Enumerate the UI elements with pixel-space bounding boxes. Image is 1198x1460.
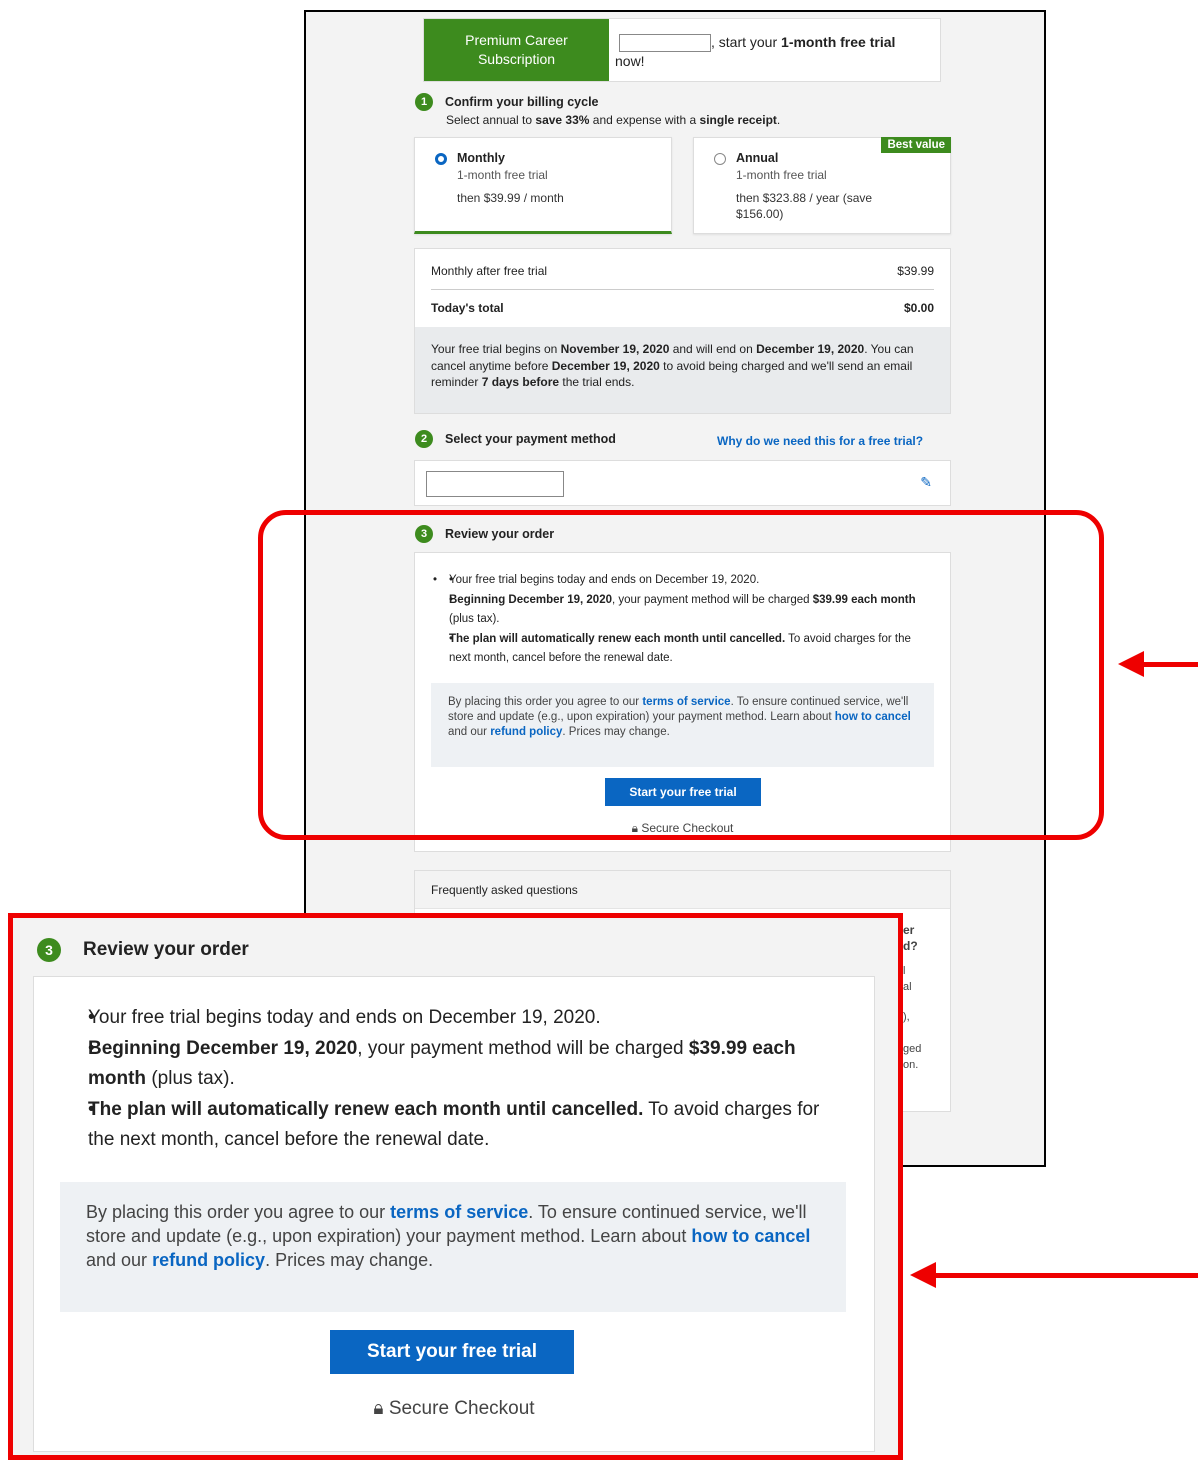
highlight-outline (258, 510, 1104, 840)
plan-trial: 1-month free trial (457, 168, 548, 182)
radio-monthly[interactable] (435, 153, 447, 165)
payment-method-box[interactable]: ✎ (414, 460, 951, 506)
redacted-name-box (619, 34, 711, 53)
terms-of-service-link[interactable]: terms of service (390, 1202, 528, 1222)
refund-policy-link[interactable]: refund policy (152, 1250, 265, 1270)
plan-card-monthly[interactable]: Monthly 1-month free trial then $39.99 /… (414, 137, 672, 234)
payment-help-link[interactable]: Why do we need this for a free trial? (717, 434, 923, 448)
header-greeting: , start your 1-month free trial now! (615, 34, 896, 70)
faq-text-fragment: d? (903, 939, 918, 953)
zoom-review-box: Your free trial begins today and ends on… (33, 976, 875, 1452)
zoomed-review-inset: 3 Review your order Your free trial begi… (8, 913, 903, 1460)
summary-row-value: $39.99 (897, 264, 934, 278)
radio-annual[interactable] (714, 153, 726, 165)
step-number-badge: 2 (415, 430, 433, 448)
step-title: Review your order (83, 939, 249, 960)
payment-method-field[interactable] (426, 471, 564, 497)
how-to-cancel-link[interactable]: how to cancel (691, 1226, 810, 1246)
faq-text-fragment: al (903, 981, 912, 993)
zoom-start-free-trial-button[interactable]: Start your free trial (330, 1330, 574, 1374)
plan-name: Monthly (457, 151, 505, 165)
plan-price: then $323.88 / year (save $156.00) (736, 191, 873, 221)
zoom-terms-notice: By placing this order you agree to our t… (60, 1182, 846, 1312)
step-2-heading: 2 Select your payment method (415, 430, 616, 448)
billing-subtitle: Select annual to save 33% and expense wi… (446, 113, 781, 127)
step-title: Confirm your billing cycle (445, 95, 599, 109)
list-item: Beginning December 19, 2020, your paymen… (88, 1034, 844, 1095)
lock-icon: 🔒︎ (373, 1398, 384, 1419)
pointer-arrow (910, 1262, 1198, 1288)
step-1-heading: 1 Confirm your billing cycle (415, 93, 599, 111)
pointer-arrow (1118, 651, 1198, 677)
brand-label: Premium Career Subscription (424, 19, 609, 81)
total-value: $0.00 (903, 301, 934, 315)
edit-pencil-icon[interactable]: ✎ (920, 474, 932, 491)
step-number-badge: 3 (37, 938, 61, 962)
order-summary: Monthly after free trial $39.99 Today's … (414, 248, 951, 414)
trial-notice: Your free trial begins on November 19, 2… (415, 327, 950, 413)
faq-text-fragment: l (903, 965, 906, 977)
faq-text-fragment: er (903, 923, 915, 937)
best-value-badge: Best value (881, 137, 951, 153)
faq-title: Frequently asked questions (415, 871, 950, 909)
zoom-review-bullets: Your free trial begins today and ends on… (34, 977, 874, 1156)
list-item: The plan will automatically renew each m… (88, 1095, 844, 1156)
step-title: Select your payment method (445, 432, 616, 446)
subscription-header: Premium Career Subscription , start your… (423, 18, 941, 82)
zoom-step-3-heading: 3 Review your order (37, 938, 249, 962)
plan-trial: 1-month free trial (736, 168, 827, 182)
total-label: Today's total (431, 301, 504, 315)
step-number-badge: 1 (415, 93, 433, 111)
zoom-secure-checkout-label: 🔒︎ Secure Checkout (373, 1398, 535, 1419)
summary-row-label: Monthly after free trial (431, 264, 548, 278)
plan-card-annual[interactable]: Best value Annual 1-month free trial the… (693, 137, 951, 234)
list-item: Your free trial begins today and ends on… (88, 1003, 844, 1034)
faq-text-fragment: ged (903, 1043, 922, 1055)
faq-text-fragment: on. (903, 1059, 919, 1071)
plan-name: Annual (736, 151, 779, 165)
faq-text-fragment: ), (903, 1011, 910, 1023)
plan-price: then $39.99 / month (457, 191, 564, 205)
